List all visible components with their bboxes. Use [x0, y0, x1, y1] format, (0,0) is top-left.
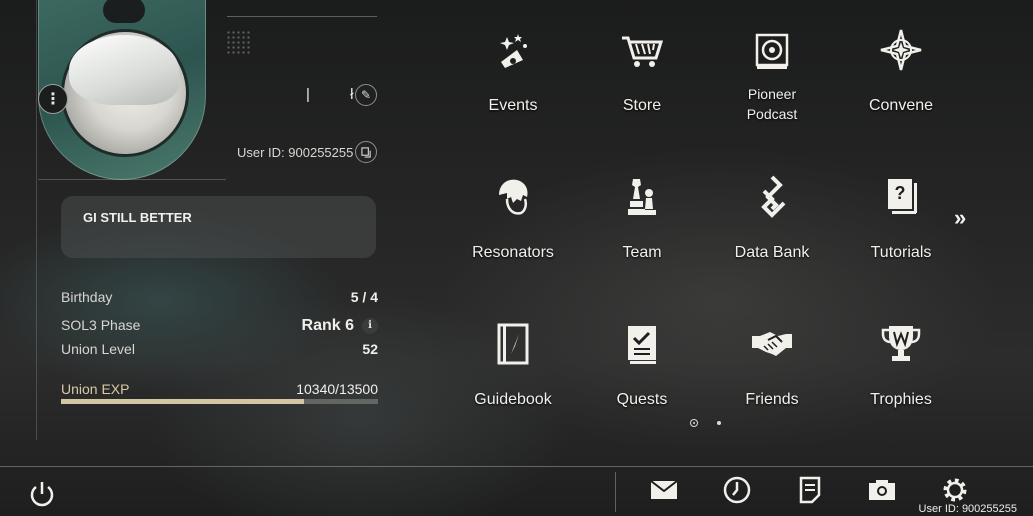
menu-pioneer-podcast[interactable]: Pioneer Podcast [712, 8, 832, 128]
signature-text: GI STILL BETTER [83, 210, 192, 225]
menu-label: Guidebook [474, 391, 552, 408]
exp-progress-fill [61, 399, 304, 404]
camera-button[interactable] [866, 474, 898, 506]
exp-value: 10340/13500 [296, 381, 378, 397]
podcast-icon [755, 33, 789, 69]
menu-friends[interactable]: Friends [712, 302, 832, 422]
page-indicator [690, 419, 724, 427]
avatar-hair [69, 35, 179, 105]
stat-label: SOL3 Phase [61, 317, 141, 333]
guidebook-icon [497, 323, 529, 365]
mail-icon [650, 480, 678, 499]
stat-sol3-phase: SOL3 Phase Rank 6 i [61, 317, 378, 337]
menu-label: Resonators [472, 244, 554, 261]
stat-label: Union Level [61, 341, 135, 357]
notice-button[interactable] [794, 474, 826, 506]
svg-text:?: ? [895, 183, 906, 203]
power-icon [30, 482, 54, 507]
menu-label: Tutorials [870, 244, 932, 261]
menu-store[interactable]: Store [582, 8, 702, 128]
decorative-dots [226, 30, 250, 54]
clock-button[interactable] [721, 474, 753, 506]
decorative-line [227, 16, 377, 17]
user-id-label: User ID: 900255255 [237, 145, 354, 160]
store-cart-icon [622, 36, 664, 67]
notice-icon [799, 476, 821, 504]
menu-trophies[interactable]: Trophies [841, 302, 961, 422]
power-button[interactable] [26, 478, 58, 510]
page-dot[interactable] [717, 421, 721, 425]
menu-label: Quests [616, 391, 668, 408]
more-options-icon[interactable]: ⋮ [38, 84, 68, 114]
page-dot-active[interactable] [690, 419, 698, 427]
convene-star-icon [880, 29, 922, 71]
clock-icon [723, 476, 751, 504]
handshake-icon [752, 332, 792, 356]
exp-label: Union EXP [61, 381, 130, 397]
next-page-arrow-icon[interactable]: » [954, 206, 978, 230]
stat-value: 52 [362, 341, 378, 357]
copy-icon [360, 146, 371, 158]
settings-button[interactable] [939, 474, 971, 506]
decorative-line [36, 0, 37, 440]
avatar-frame-cap [103, 0, 145, 23]
camera-icon [869, 480, 895, 500]
menu-team[interactable]: Team [582, 155, 702, 275]
menu-label: Team [622, 244, 662, 261]
menu-convene[interactable]: Convene [841, 8, 961, 128]
bottom-user-id: User ID: 900255255 [918, 503, 1017, 515]
menu-label: Data Bank [734, 244, 810, 261]
stat-value: 5 / 4 [350, 289, 378, 305]
menu-resonators[interactable]: Resonators [453, 155, 573, 275]
menu-data-bank[interactable]: Data Bank [712, 155, 832, 275]
menu-tutorials[interactable]: ? Tutorials [841, 155, 961, 275]
info-icon[interactable]: i [362, 318, 378, 334]
settings-gear-icon [943, 478, 967, 502]
divider [615, 472, 616, 512]
stat-union-level: Union Level 52 [61, 341, 378, 361]
menu-label: Store [622, 97, 662, 114]
team-chess-icon [628, 179, 656, 215]
trophy-icon [881, 326, 921, 361]
menu-events[interactable]: Events [453, 8, 573, 128]
resonator-head-icon [499, 179, 528, 215]
menu-label: Convene [868, 97, 934, 114]
menu-label: Events [488, 97, 538, 114]
tutorial-book-icon: ? [888, 179, 917, 214]
events-icon [500, 34, 527, 68]
copy-user-id-button[interactable] [355, 141, 377, 163]
menu-label: Friends [745, 391, 799, 408]
stat-birthday: Birthday 5 / 4 [61, 289, 378, 309]
edit-name-button[interactable]: ✎ [355, 84, 377, 106]
mail-button[interactable] [648, 474, 680, 506]
menu-guidebook[interactable]: Guidebook [453, 302, 573, 422]
pencil-icon: ✎ [360, 88, 372, 102]
quests-checklist-icon [628, 326, 656, 364]
divider [0, 466, 1033, 467]
menu-label: Pioneer Podcast [746, 86, 798, 122]
exp-progress-bar [61, 399, 378, 404]
stat-value: Rank 6 [301, 317, 354, 334]
profile-screen: ⋮ | ł ✎ User ID: 900255255 GI STILL BETT… [0, 0, 1033, 516]
menu-quests[interactable]: Quests [582, 302, 702, 422]
data-bank-icon [761, 175, 786, 218]
divider [38, 179, 226, 180]
stat-label: Birthday [61, 289, 113, 305]
menu-label: Trophies [870, 391, 932, 408]
signature-box[interactable]: GI STILL BETTER [61, 196, 376, 258]
